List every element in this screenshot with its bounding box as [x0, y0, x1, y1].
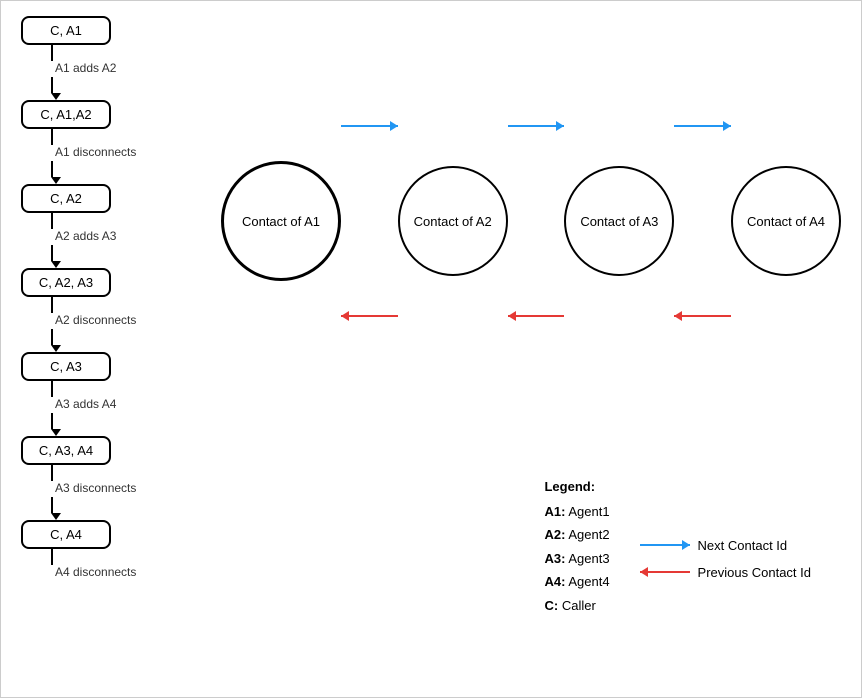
- legend-title: Legend:: [544, 479, 811, 494]
- flow-node-7: C, A4: [21, 520, 111, 549]
- flow-node-2: C, A1,A2: [21, 100, 111, 129]
- transition-label-2: A1 disconnects: [55, 145, 136, 159]
- legend-red-row: Previous Contact Id: [640, 565, 811, 580]
- flow-node-6: C, A3, A4: [21, 436, 111, 465]
- arrow-line: [51, 45, 53, 61]
- legend-right: Next Contact Id Previous Contact Id: [640, 500, 811, 617]
- transition-label-3: A2 adds A3: [55, 229, 116, 243]
- blue-arrow-1: [341, 125, 398, 127]
- blue-arrow-2: [508, 125, 565, 127]
- transition-label-7: A4 disconnects: [55, 565, 136, 579]
- circles-section: Contact of A1 Contact of A2 Contact of A…: [221, 101, 841, 341]
- circle-contact-a2: Contact of A2: [398, 166, 508, 276]
- legend-a3: A3: Agent3: [544, 547, 609, 570]
- legend-c: C: Caller: [544, 594, 609, 617]
- flow-item-4: C, A2, A3: [21, 268, 191, 297]
- legend-left: A1: Agent1 A2: Agent2 A3: Agent3 A4: Age…: [544, 500, 609, 617]
- flow-node-4: C, A2, A3: [21, 268, 111, 297]
- flow-item-7: C, A4: [21, 520, 191, 549]
- flow-item-1: C, A1: [21, 16, 191, 45]
- arrow-head: [51, 93, 61, 100]
- circle-contact-a4: Contact of A4: [731, 166, 841, 276]
- legend-a4: A4: Agent4: [544, 570, 609, 593]
- flow-item-6: C, A3, A4: [21, 436, 191, 465]
- flow-item-5: C, A3: [21, 352, 191, 381]
- transition-label-4: A2 disconnects: [55, 313, 136, 327]
- legend-blue-row: Next Contact Id: [640, 538, 811, 553]
- legend-entries: A1: Agent1 A2: Agent2 A3: Agent3 A4: Age…: [544, 500, 811, 617]
- blue-arrow-3: [674, 125, 731, 127]
- red-arrow-2: [508, 315, 565, 317]
- arrow-line: [51, 77, 53, 93]
- red-arrow-3: [674, 315, 731, 317]
- flow-item-3: C, A2: [21, 184, 191, 213]
- flow-item-2: C, A1,A2: [21, 100, 191, 129]
- transition-label-6: A3 disconnects: [55, 481, 136, 495]
- diagram-container: C, A1 A1 adds A2 C, A1,A2 A1 disconnects…: [0, 0, 862, 698]
- legend-red-label: Previous Contact Id: [698, 565, 811, 580]
- flow-section: C, A1 A1 adds A2 C, A1,A2 A1 disconnects…: [21, 16, 191, 581]
- legend-red-arrow-icon: [640, 571, 690, 573]
- circle-contact-a3: Contact of A3: [564, 166, 674, 276]
- circle-contact-a1: Contact of A1: [221, 161, 341, 281]
- flow-node-3: C, A2: [21, 184, 111, 213]
- legend-section: Legend: A1: Agent1 A2: Agent2 A3: Agent3…: [544, 479, 811, 617]
- red-arrow-1: [341, 315, 398, 317]
- transition-label-5: A3 adds A4: [55, 397, 116, 411]
- transition-label-1: A1 adds A2: [55, 61, 116, 75]
- flow-node-5: C, A3: [21, 352, 111, 381]
- legend-a2: A2: Agent2: [544, 523, 609, 546]
- legend-a1: A1: Agent1: [544, 500, 609, 523]
- circles-row: Contact of A1 Contact of A2 Contact of A…: [221, 161, 841, 281]
- flow-node-1: C, A1: [21, 16, 111, 45]
- legend-blue-arrow-icon: [640, 544, 690, 546]
- legend-blue-label: Next Contact Id: [698, 538, 788, 553]
